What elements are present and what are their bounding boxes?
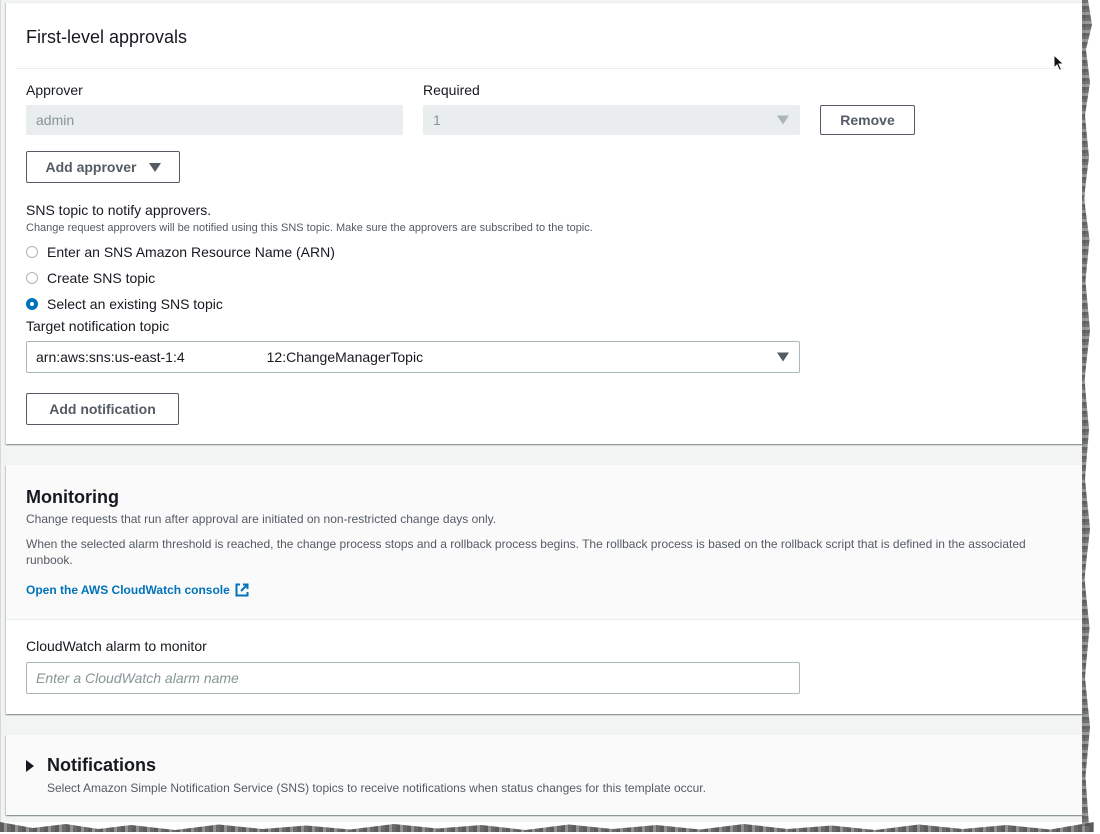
chevron-down-icon: [777, 115, 789, 125]
sns-title: SNS topic to notify approvers.: [26, 202, 212, 218]
add-notification-button[interactable]: Add notification: [26, 393, 179, 425]
radio-create-topic[interactable]: Create SNS topic: [26, 270, 155, 286]
divider: [16, 68, 1064, 69]
radio-label: Enter an SNS Amazon Resource Name (ARN): [47, 244, 335, 260]
mouse-cursor-icon: [1053, 54, 1065, 72]
add-approver-button[interactable]: Add approver: [26, 151, 180, 183]
cloudwatch-console-link-label: Open the AWS CloudWatch console: [26, 583, 230, 597]
notifications-description: Select Amazon Simple Notification Servic…: [47, 781, 706, 795]
caret-right-icon: [26, 759, 34, 772]
radio-label: Select an existing SNS topic: [47, 296, 223, 312]
cloudwatch-alarm-label: CloudWatch alarm to monitor: [26, 638, 207, 654]
target-topic-select[interactable]: arn:aws:sns:us-east-1:4 12:ChangeManager…: [26, 341, 800, 373]
sns-description: Change request approvers will be notifie…: [26, 222, 593, 234]
external-link-icon: [235, 583, 249, 597]
notifications-panel: Notifications Select Amazon Simple Notif…: [6, 735, 1084, 815]
approver-input[interactable]: admin: [26, 105, 403, 135]
radio-select-existing[interactable]: Select an existing SNS topic: [26, 296, 223, 312]
torn-edge-right: [1082, 0, 1092, 826]
remove-button[interactable]: Remove: [820, 105, 915, 135]
required-select[interactable]: 1: [423, 105, 800, 135]
torn-edge-bottom: [0, 822, 1094, 832]
radio-label: Create SNS topic: [47, 270, 156, 286]
cloudwatch-console-link[interactable]: Open the AWS CloudWatch console: [26, 583, 249, 597]
monitoring-title: Monitoring: [26, 487, 119, 507]
radio-unchecked-icon[interactable]: [26, 246, 38, 258]
target-topic-prefix: arn:aws:sns:us-east-1:4: [36, 349, 185, 365]
first-level-approvals-panel: First-level approvals Approver admin Req…: [6, 2, 1084, 444]
monitoring-panel: Monitoring Change requests that run afte…: [6, 465, 1084, 714]
target-topic-label: Target notification topic: [26, 318, 170, 334]
target-topic-suffix: 12:ChangeManagerTopic: [266, 349, 424, 365]
radio-enter-arn[interactable]: Enter an SNS Amazon Resource Name (ARN): [26, 244, 335, 260]
approvals-title: First-level approvals: [26, 27, 188, 47]
notifications-expander[interactable]: Notifications: [26, 755, 156, 776]
add-notification-label: Add notification: [49, 401, 156, 417]
page-background: First-level approvals Approver admin Req…: [0, 0, 1085, 822]
approver-label: Approver: [26, 82, 83, 98]
approver-value: admin: [36, 112, 75, 128]
cloudwatch-alarm-placeholder: Enter a CloudWatch alarm name: [36, 670, 239, 686]
monitoring-description-2: When the selected alarm threshold is rea…: [26, 537, 1026, 567]
cloudwatch-alarm-input[interactable]: Enter a CloudWatch alarm name: [26, 662, 800, 694]
radio-checked-icon[interactable]: [26, 298, 38, 310]
add-approver-label: Add approver: [45, 159, 137, 175]
required-value: 1: [433, 112, 441, 128]
required-label: Required: [423, 82, 480, 98]
remove-button-label: Remove: [840, 112, 895, 128]
radio-unchecked-icon[interactable]: [26, 272, 38, 284]
chevron-down-icon: [777, 352, 789, 362]
cloudwatch-alarm-section: CloudWatch alarm to monitor Enter a Clou…: [6, 619, 1084, 714]
notifications-title: Notifications: [47, 755, 157, 775]
caret-down-icon: [148, 162, 161, 172]
monitoring-description-1: Change requests that run after approval …: [26, 512, 497, 526]
